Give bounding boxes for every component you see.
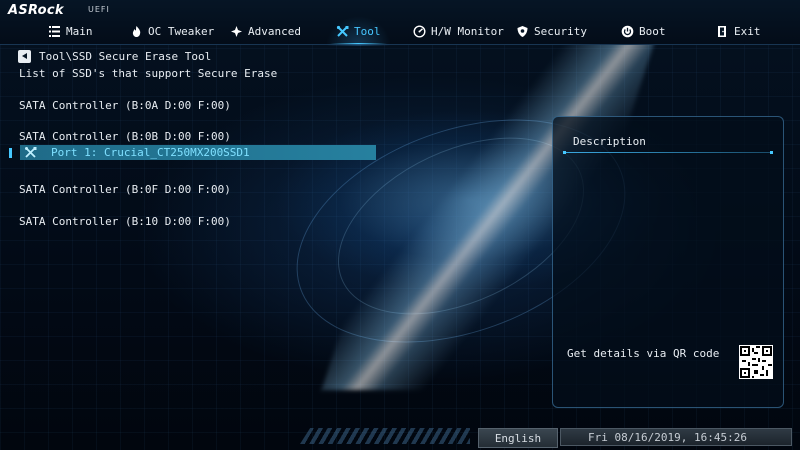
tab-exit[interactable]: Exit xyxy=(716,22,761,40)
description-divider xyxy=(563,151,773,154)
tab-label: H/W Monitor xyxy=(431,24,504,38)
controller-item[interactable]: SATA Controller (B:0F D:00 F:00) xyxy=(19,183,231,196)
language-button[interactable]: English xyxy=(478,428,558,448)
breadcrumb: Tool\SSD Secure Erase Tool xyxy=(18,48,211,64)
top-navigation-bar: ASRock UEFI Main OC Tweaker Advanced Too… xyxy=(0,0,800,46)
exit-icon xyxy=(716,25,729,38)
page-subtitle: List of SSD's that support Secure Erase xyxy=(19,67,278,80)
shield-icon xyxy=(516,25,529,38)
tools-icon xyxy=(24,146,37,159)
description-title: Description xyxy=(573,135,646,148)
tab-label: Security xyxy=(534,24,587,38)
brand-logo: ASRock xyxy=(8,3,64,18)
tab-main[interactable]: Main xyxy=(48,22,93,40)
tab-label: Tool xyxy=(354,24,381,38)
breadcrumb-path: Tool\SSD Secure Erase Tool xyxy=(39,49,212,63)
tools-icon xyxy=(336,25,349,38)
tab-boot[interactable]: Boot xyxy=(621,22,666,40)
list-icon xyxy=(48,25,61,38)
ssd-port-item-selected[interactable]: Port 1: Crucial_CT250MX200SSD1 xyxy=(20,145,376,160)
star-icon xyxy=(230,25,243,38)
ssd-port-label: Port 1: Crucial_CT250MX200SSD1 xyxy=(51,146,250,159)
tab-label: Main xyxy=(66,24,93,38)
tab-hw-monitor[interactable]: H/W Monitor xyxy=(413,22,504,40)
controller-item[interactable]: SATA Controller (B:0A D:00 F:00) xyxy=(19,99,231,112)
datetime-display: Fri 08/16/2019, 16:45:26 xyxy=(560,428,792,446)
power-icon xyxy=(621,25,634,38)
monitor-icon xyxy=(413,24,426,38)
tab-oc-tweaker[interactable]: OC Tweaker xyxy=(130,22,214,40)
bottom-decoration xyxy=(300,428,470,444)
tab-label: Advanced xyxy=(248,24,301,38)
flame-icon xyxy=(130,25,143,38)
tab-label: Exit xyxy=(734,24,761,38)
tab-advanced[interactable]: Advanced xyxy=(230,22,301,40)
tab-security[interactable]: Security xyxy=(516,22,587,40)
controller-item[interactable]: SATA Controller (B:0B D:00 F:00) xyxy=(19,130,231,143)
description-panel: Description Get details via QR code xyxy=(552,116,784,408)
selection-marker xyxy=(9,148,12,158)
qr-code-image xyxy=(739,345,773,379)
brand-subtitle: UEFI xyxy=(88,5,110,14)
qr-code-caption: Get details via QR code xyxy=(567,347,720,360)
tab-label: OC Tweaker xyxy=(148,24,215,38)
back-arrow-icon[interactable] xyxy=(18,49,31,63)
tab-tool[interactable]: Tool xyxy=(326,16,390,46)
tab-label: Boot xyxy=(639,24,666,38)
controller-item[interactable]: SATA Controller (B:10 D:00 F:00) xyxy=(19,215,231,228)
